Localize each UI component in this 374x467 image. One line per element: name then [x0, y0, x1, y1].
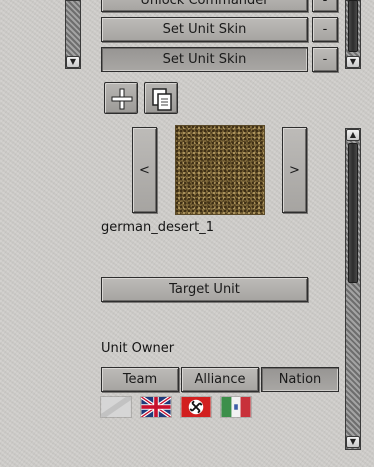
copy-icon — [152, 88, 172, 111]
add-button[interactable] — [104, 82, 138, 114]
blank-flag[interactable] — [100, 396, 132, 418]
scroll-down-arrow[interactable]: ▼ — [346, 436, 360, 448]
united-kingdom-flag[interactable] — [140, 396, 172, 418]
remove-row-button[interactable]: - — [312, 47, 338, 72]
tab-alliance[interactable]: Alliance — [181, 367, 259, 392]
skin-preview-image — [175, 125, 265, 215]
remove-row-button[interactable]: - — [312, 17, 338, 42]
remove-row-button[interactable]: - — [312, 0, 338, 12]
scroll-down-arrow-left[interactable]: ▼ — [66, 56, 80, 68]
germany-flag[interactable] — [180, 396, 212, 418]
previous-skin-button[interactable]: < — [132, 127, 157, 213]
set-unit-skin-button[interactable]: Set Unit Skin — [101, 17, 308, 42]
skin-name-label: german_desert_1 — [101, 220, 214, 235]
next-skin-button[interactable]: > — [282, 127, 307, 213]
list-scroll-thumb[interactable] — [348, 0, 358, 52]
scroll-up-arrow[interactable]: ▲ — [346, 129, 360, 141]
copy-button[interactable] — [144, 82, 178, 114]
scroll-down-arrow-right[interactable]: ▼ — [346, 56, 360, 68]
panel-scroll-thumb[interactable] — [348, 143, 358, 283]
set-unit-skin-button-selected[interactable]: Set Unit Skin — [101, 47, 308, 72]
tab-nation[interactable]: Nation — [261, 367, 339, 392]
unlock-commander-button[interactable]: Unlock Commander — [101, 0, 308, 12]
target-unit-button[interactable]: Target Unit — [101, 277, 308, 302]
tab-team[interactable]: Team — [101, 367, 179, 392]
unit-owner-heading: Unit Owner — [101, 341, 175, 356]
italy-flag[interactable] — [220, 396, 252, 418]
plus-icon — [111, 88, 133, 110]
